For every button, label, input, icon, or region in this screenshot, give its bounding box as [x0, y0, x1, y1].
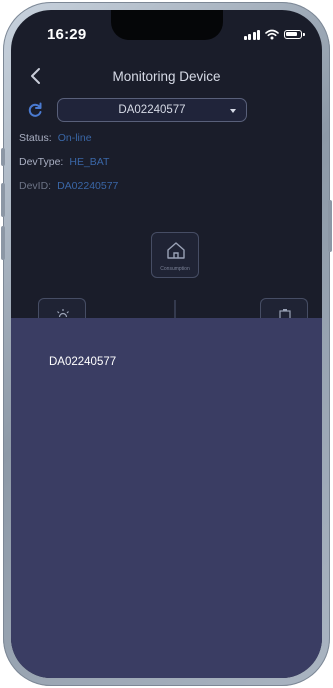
status-row: Status: On-line — [19, 132, 92, 144]
signal-icon — [243, 29, 260, 40]
device-select-value: DA02240577 — [118, 104, 186, 116]
wifi-icon — [265, 29, 279, 40]
sun-icon — [57, 309, 69, 317]
nav-header: Monitoring Device — [11, 62, 322, 92]
consumption-node[interactable]: Consumption — [151, 232, 199, 278]
status-icons — [243, 29, 305, 40]
consumption-label: Consumption — [160, 266, 190, 272]
devtype-value: HE_BAT — [69, 156, 110, 168]
side-button-power — [328, 200, 332, 252]
status-time: 16:29 — [47, 26, 87, 43]
status-bar: 16:29 — [11, 10, 322, 54]
house-icon — [167, 242, 185, 259]
status-label: Status: — [19, 132, 52, 144]
side-button-mute — [1, 148, 5, 166]
app-screen: 16:29 Monitoring Device DA02240577 Statu… — [11, 10, 322, 678]
devid-row: DevID: DA02240577 — [19, 180, 118, 192]
status-value: On-line — [57, 132, 92, 144]
caret-down-icon — [230, 109, 236, 113]
battery-status-icon — [284, 30, 305, 39]
device-option[interactable]: DA02240577 — [49, 356, 116, 368]
side-button-volume-up — [1, 183, 5, 217]
battery-icon — [279, 309, 291, 318]
devid-label: DevID: — [19, 180, 52, 192]
page-title: Monitoring Device — [112, 69, 221, 84]
side-button-volume-down — [1, 226, 5, 260]
devid-value: DA02240577 — [57, 180, 119, 192]
device-select[interactable]: DA02240577 — [57, 98, 247, 122]
devtype-label: DevType: — [19, 156, 64, 168]
device-selector-row: DA02240577 — [25, 98, 315, 124]
device-dropdown-sheet: DA02240577 — [11, 318, 322, 678]
refresh-icon[interactable] — [27, 102, 43, 118]
devtype-row: DevType: HE_BAT — [19, 156, 109, 168]
